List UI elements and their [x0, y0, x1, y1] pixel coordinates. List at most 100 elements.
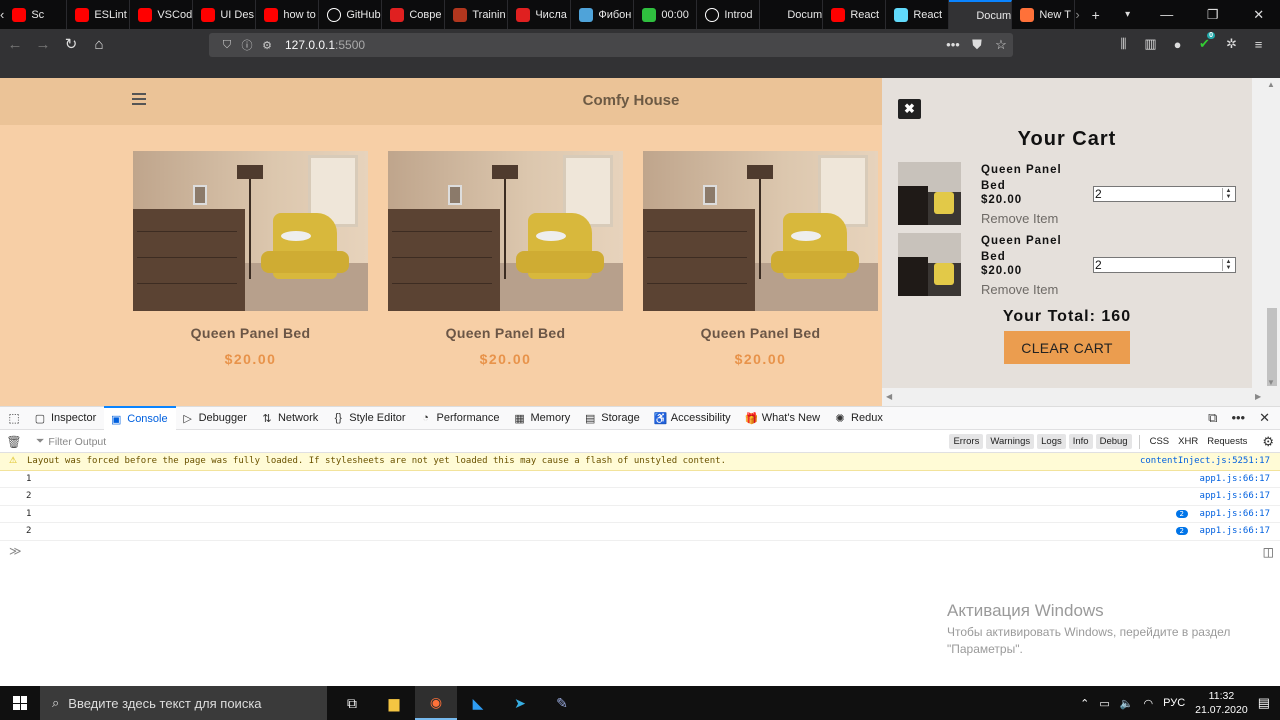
console-source-link[interactable]: contentInject.js:5251:17 [1140, 456, 1270, 466]
split-console-icon[interactable]: ◫ [1263, 545, 1274, 559]
browser-tab[interactable]: React [823, 0, 887, 29]
account-icon[interactable]: ● [1164, 32, 1191, 56]
scroll-right-icon[interactable]: ▶ [1255, 392, 1261, 401]
restore-icon[interactable]: ❐ [1190, 7, 1236, 23]
shield-icon[interactable]: ⛉ [217, 39, 237, 52]
scroll-left-icon[interactable]: ◀ [886, 392, 892, 401]
filter-debug-button[interactable]: Debug [1095, 434, 1132, 449]
permissions-icon[interactable]: ⚙ [257, 39, 277, 52]
menu-icon[interactable]: ≡ [1245, 32, 1272, 56]
minimize-icon[interactable]: — [1144, 7, 1190, 22]
console-prompt-icon[interactable]: ≫ [9, 544, 22, 558]
extension-gear-icon[interactable]: ✲ [1218, 32, 1245, 56]
scroll-down-icon[interactable]: ▼ [1267, 378, 1275, 387]
filter-warnings-button[interactable]: Warnings [986, 434, 1035, 449]
browser-tab[interactable]: GitHub [319, 0, 383, 29]
browser-tab[interactable]: Introd [697, 0, 761, 29]
filter-requests-button[interactable]: Requests [1204, 434, 1250, 449]
console-source-link[interactable]: app1.js:66:17 [1200, 474, 1270, 484]
dock-icon[interactable]: ⧉ [1208, 410, 1217, 426]
telegram-taskbar-icon[interactable]: ➤ [499, 686, 541, 720]
browser-tab[interactable]: VSCode [130, 0, 194, 29]
devtools-tab-inspector[interactable]: ▢ Inspector [28, 406, 104, 430]
quantity-stepper[interactable]: ▲ ▼ [1222, 259, 1234, 271]
remove-item-button[interactable]: Remove Item [981, 282, 1058, 297]
url-bar[interactable]: ⛉ ⓘ ⚙ 127.0.0.1:5500 ••• ⛊ ☆ [209, 33, 1013, 57]
product-image[interactable] [133, 151, 368, 311]
scrollbar-thumb[interactable] [1267, 308, 1277, 386]
home-icon[interactable]: ⌂ [86, 31, 112, 57]
browser-tab[interactable]: Trainin [445, 0, 509, 29]
new-tab-icon[interactable]: + [1080, 7, 1112, 23]
devtools-tab-debugger[interactable]: ▷ Debugger [176, 406, 255, 430]
product-image[interactable] [643, 151, 878, 311]
browser-tab[interactable]: React [886, 0, 950, 29]
start-button[interactable] [0, 686, 40, 720]
browser-tab[interactable]: how to [256, 0, 320, 29]
language-indicator[interactable]: РУС [1163, 697, 1185, 709]
console-settings-icon[interactable]: ⚙ [1262, 434, 1274, 450]
filter-errors-button[interactable]: Errors [949, 434, 984, 449]
browser-tab[interactable]: Совре [382, 0, 446, 29]
sidebar-icon[interactable]: ▥ [1137, 32, 1164, 56]
file-explorer-icon[interactable]: ▆ [373, 686, 415, 720]
element-picker-icon[interactable]: ⬚ [0, 411, 28, 425]
devtools-tab-what-s-new[interactable]: 🎁 What's New [739, 406, 828, 430]
clear-console-icon[interactable]: 🗑 [0, 435, 28, 449]
paint-taskbar-icon[interactable]: ✎ [541, 686, 583, 720]
browser-tab[interactable]: Docum [949, 0, 1013, 29]
browser-tab[interactable]: ESLint [67, 0, 131, 29]
extension-check-icon[interactable]: ✔ 0 [1191, 32, 1218, 56]
close-window-icon[interactable]: ✕ [1236, 7, 1280, 23]
devtools-tab-console[interactable]: ▣ Console [104, 406, 176, 430]
filter-css-button[interactable]: CSS [1147, 434, 1173, 449]
vertical-scrollbar[interactable]: ▲ ▼ [1252, 78, 1280, 388]
filter-xhr-button[interactable]: XHR [1175, 434, 1201, 449]
clock[interactable]: 11:32 21.07.2020 [1195, 689, 1248, 717]
scroll-up-icon[interactable]: ▲ [1267, 80, 1275, 89]
devtools-tab-memory[interactable]: ▦ Memory [508, 406, 579, 430]
console-source-link[interactable]: app1.js:66:17 [1200, 491, 1270, 501]
info-icon[interactable]: ⓘ [237, 37, 257, 53]
battery-icon[interactable]: ▭ [1099, 697, 1109, 710]
network-tray-icon[interactable]: ◠ [1144, 697, 1154, 710]
tab-list-chevron-icon[interactable]: ▾ [1112, 9, 1144, 20]
tray-chevron-icon[interactable]: ⌃ [1080, 697, 1089, 710]
quantity-input[interactable]: 2 ▲ ▼ [1093, 257, 1236, 273]
browser-tab[interactable]: Фибон [571, 0, 635, 29]
clear-cart-button[interactable]: CLEAR CART [1004, 331, 1130, 364]
bookmark-star-icon[interactable]: ☆ [989, 37, 1013, 53]
filter-info-button[interactable]: Info [1068, 434, 1093, 449]
taskbar-search[interactable]: ⌕ Введите здесь текст для поиска [40, 686, 327, 720]
forward-icon[interactable]: → [30, 31, 56, 57]
vscode-taskbar-icon[interactable]: ◣ [457, 686, 499, 720]
browser-tab[interactable]: New T [1012, 0, 1076, 29]
browser-tab[interactable]: Document [760, 0, 824, 29]
close-cart-icon[interactable]: ✖ [898, 99, 921, 119]
remove-item-button[interactable]: Remove Item [981, 211, 1058, 226]
quantity-input[interactable]: 2 ▲ ▼ [1093, 186, 1236, 202]
devtools-tab-redux[interactable]: ✺ Redux [828, 406, 891, 430]
devtools-tab-style-editor[interactable]: {} Style Editor [326, 406, 413, 430]
devtools-tab-network[interactable]: ⇅ Network [255, 406, 326, 430]
browser-tab[interactable]: 00:00 [634, 0, 698, 29]
notifications-icon[interactable]: ▤ [1258, 695, 1270, 711]
filter-logs-button[interactable]: Logs [1037, 434, 1066, 449]
browser-tab[interactable]: Sc [4, 0, 68, 29]
console-source-link[interactable]: app1.js:66:17 [1200, 526, 1270, 536]
browser-tab[interactable]: UI Des [193, 0, 257, 29]
page-actions-icon[interactable]: ••• [941, 37, 965, 53]
console-source-link[interactable]: app1.js:66:17 [1200, 509, 1270, 519]
stepper-down-icon[interactable]: ▼ [1223, 194, 1234, 200]
filter-input[interactable]: ⏷ Filter Output [28, 435, 106, 448]
firefox-taskbar-icon[interactable]: ◉ [415, 686, 457, 720]
stepper-down-icon[interactable]: ▼ [1223, 265, 1234, 271]
product-image[interactable] [388, 151, 623, 311]
browser-tab[interactable]: Числа [508, 0, 572, 29]
back-icon[interactable]: ← [2, 31, 28, 57]
volume-icon[interactable]: 🔈 [1120, 697, 1134, 710]
task-view-icon[interactable]: ⧉ [331, 686, 373, 720]
reload-icon[interactable]: ↻ [58, 31, 84, 57]
library-icon[interactable]: ⫼ [1110, 32, 1137, 56]
devtools-tab-storage[interactable]: ▤ Storage [578, 406, 648, 430]
